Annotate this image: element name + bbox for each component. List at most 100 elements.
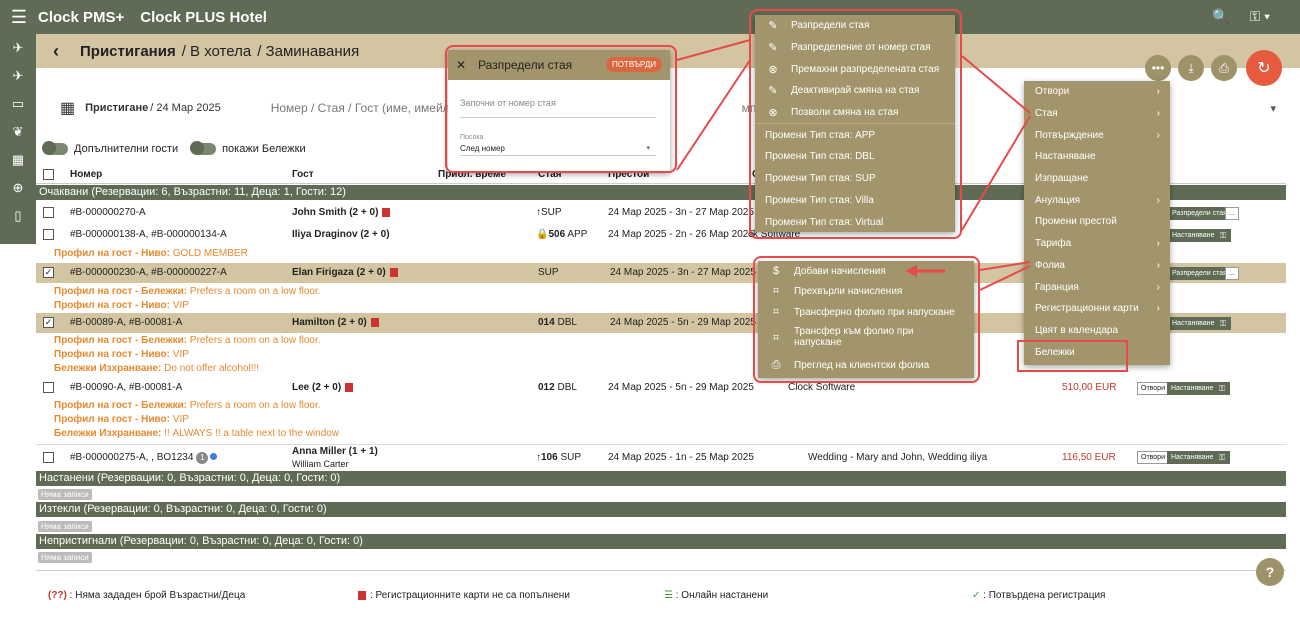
second-guest[interactable]: William Carter (292, 459, 349, 469)
guest-name[interactable]: Anna Miller (1 + 1) (292, 446, 378, 457)
row-checkbox[interactable] (43, 452, 54, 463)
menu-item[interactable]: Регистрационни карти › (1024, 298, 1170, 320)
refresh-icon[interactable]: ↻ (1246, 50, 1282, 86)
reservation-number[interactable]: #B-00089-A, #B-00081-A (70, 317, 182, 328)
section-noshow[interactable]: Непристигнали (Резервации: 0, Възрастни:… (36, 534, 1286, 549)
menu-item[interactable]: Стая › (1024, 103, 1170, 125)
key-icon[interactable]: ⚿ (1214, 382, 1230, 395)
breadcrumb-departures[interactable]: / Заминавания (257, 43, 359, 60)
assign-room-button[interactable]: Разпредели стая (1168, 207, 1231, 220)
guest-name: Lee (2 + 0) (292, 382, 354, 393)
row-checkbox-checked[interactable]: ✓ (43, 267, 54, 278)
check-icon: ✓ (972, 590, 981, 601)
app-brand: Clock PMS+ (38, 8, 125, 26)
open-button[interactable]: Отвори (1137, 451, 1169, 464)
arrival-icon[interactable]: ✈ (0, 62, 36, 90)
menu-item[interactable]: Фолиа › (1024, 255, 1170, 277)
reservation-number[interactable]: #B-000000270-A (70, 207, 146, 218)
key-icon[interactable]: ⚿ (1215, 229, 1231, 242)
breadcrumb-arrivals[interactable]: Пристигания (80, 43, 176, 60)
guest-name[interactable]: Iliya Draginov (2 + 0) (292, 229, 390, 240)
chevron-right-icon: › (1156, 129, 1160, 141)
key-icon[interactable]: ⚿ (1214, 451, 1230, 464)
add-icon[interactable]: ⊕ (0, 174, 36, 202)
calendar-icon[interactable]: ▦ (60, 98, 75, 118)
bed-icon[interactable]: ▭ (0, 90, 36, 118)
reservation-number: #B-000000275-A, , BO1234 1 (70, 452, 218, 464)
source: Clock Software (788, 382, 856, 393)
reservation-number[interactable]: #B-00090-A, #B-00081-A (70, 382, 182, 393)
menu-item[interactable]: Анулация › (1024, 189, 1170, 211)
row-checkbox-checked[interactable]: ✓ (43, 317, 54, 328)
arrival-label[interactable]: Пристигане (85, 102, 148, 114)
menu-item[interactable]: Тарифа › (1024, 233, 1170, 255)
breadcrumb-inhouse[interactable]: / В хотела (182, 43, 252, 60)
chevron-right-icon: › (1156, 281, 1160, 293)
hotel-name[interactable]: Clock PLUS Hotel (140, 9, 267, 26)
print-icon[interactable]: ⎙ (1211, 55, 1237, 81)
row-checkbox[interactable] (43, 229, 54, 240)
row-checkbox[interactable] (43, 207, 54, 218)
menu-item[interactable]: Цвят в календара (1024, 320, 1170, 342)
legend-online: ☰ : Онлайн настанени (664, 590, 769, 601)
reservation-number[interactable]: #B-000000138-A, #B-000000134-A (70, 229, 227, 240)
section-departed[interactable]: Изтекли (Резервации: 0, Възрастни: 0, Де… (36, 502, 1286, 517)
col-guest[interactable]: Гост (292, 169, 314, 180)
guest-note: Профил на гост - Бележки: Prefers a room… (54, 400, 321, 411)
reg-card-icon (389, 267, 398, 277)
select-all-checkbox[interactable] (43, 169, 54, 180)
section-checkedin[interactable]: Настанени (Резервации: 0, Възрастни: 0, … (36, 471, 1286, 486)
reservation-number[interactable]: #B-000000230-A, #B-000000227-A (70, 267, 227, 278)
room-cell: 014 DBL (538, 317, 577, 328)
menu-item[interactable]: Промени престой (1024, 211, 1170, 233)
menu-item[interactable]: Отвори › (1024, 81, 1170, 103)
menu-item[interactable]: Потвърждение › (1024, 124, 1170, 146)
chevron-down-icon[interactable]: ▾ (1270, 102, 1276, 115)
row-checkbox[interactable] (43, 382, 54, 393)
book-icon[interactable]: ▯ (0, 202, 36, 230)
additional-guests-toggle[interactable]: Допълнителни гости (42, 141, 178, 155)
more-button[interactable]: ... (1225, 207, 1239, 220)
guest-name: Hamilton (2 + 0) (292, 317, 379, 328)
highlight-folio-menu (753, 256, 980, 383)
assign-room-button[interactable]: Разпредели стая (1168, 267, 1231, 280)
help-icon[interactable]: ? (1256, 558, 1284, 586)
chevron-right-icon: › (1156, 108, 1160, 120)
download-icon[interactable]: ⤓ (1178, 55, 1204, 81)
menu-item[interactable]: Изпращане (1024, 168, 1170, 190)
more-icon[interactable]: ••• (1145, 55, 1171, 81)
calendar-icon[interactable]: ▦ (0, 146, 36, 174)
back-icon[interactable]: ‹ (36, 41, 76, 62)
key-icon[interactable]: ⚿ ▾ (1250, 8, 1270, 25)
table-row[interactable]: #B-000000275-A, , BO1234 1 Anna Miller (1… (36, 444, 1286, 470)
list-icon: ☰ (664, 590, 673, 601)
table-row[interactable]: #B-00090-A, #B-00081-A Lee (2 + 0) 012 D… (36, 380, 1286, 396)
leaf-icon[interactable]: ❦ (0, 118, 36, 146)
divider (36, 570, 1286, 571)
stay-dates: 24 Мар 2025 - 5n - 29 Мар 2025 (610, 317, 756, 328)
checkin-button[interactable]: Настаняване (1168, 229, 1219, 242)
menu-item[interactable]: Гаранция › (1024, 276, 1170, 298)
open-button[interactable]: Отвори (1137, 382, 1169, 395)
highlight-notes (1017, 340, 1128, 372)
price: 510,00 EUR (1062, 382, 1117, 393)
key-icon[interactable]: ⚿ (1215, 317, 1231, 330)
checkin-button[interactable]: Настаняване (1167, 382, 1218, 395)
more-button[interactable]: ... (1225, 267, 1239, 280)
checkin-button[interactable]: Настаняване (1167, 451, 1218, 464)
checkin-button[interactable]: Настаняване (1168, 317, 1219, 330)
room-cell: ↑106 SUP (536, 452, 582, 463)
stay-dates: 24 Мар 2025 - 1n - 25 Мар 2025 (608, 452, 754, 463)
stay-dates: 24 Мар 2025 - 3n - 27 Мар 2025 (608, 207, 754, 218)
arrival-date[interactable]: / 24 Мар 2025 (150, 102, 220, 114)
show-notes-toggle[interactable]: покажи Бележки (190, 141, 306, 155)
departure-icon[interactable]: ✈ (0, 34, 36, 62)
col-number[interactable]: Номер (70, 169, 102, 180)
search-icon[interactable]: 🔍 (1212, 8, 1229, 25)
chevron-right-icon: › (1156, 238, 1160, 250)
menu-item[interactable]: Настаняване (1024, 146, 1170, 168)
room-cell: 012 DBL (538, 382, 577, 393)
stay-dates: 24 Мар 2025 - 3n - 27 Мар 2025 (610, 267, 756, 278)
menu-icon[interactable]: ☰ (0, 7, 38, 28)
room-cell: SUP (538, 267, 559, 278)
